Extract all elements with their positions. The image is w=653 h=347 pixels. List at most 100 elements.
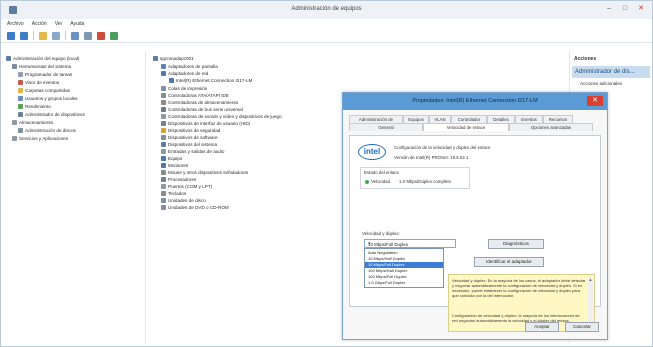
tree-item-event-viewer[interactable]: Visor de eventos <box>18 79 59 86</box>
actions-section[interactable]: Administrador de dis... <box>572 66 650 78</box>
back-arrow-icon[interactable] <box>7 31 15 40</box>
system-device-icon <box>161 142 166 147</box>
ide-controller-icon <box>161 93 166 98</box>
event-log-icon <box>18 80 23 85</box>
device-category[interactable]: Monitores <box>161 162 188 169</box>
device-category[interactable]: Teclados <box>161 190 186 197</box>
device-tree-root[interactable]: sgcomadapc001 <box>153 55 194 62</box>
device-category[interactable]: Colas de impresión <box>161 85 207 92</box>
tree-item-root[interactable]: Administración del equipo (local) <box>6 55 79 62</box>
diagnostics-button[interactable]: Diagnósticos <box>488 239 544 249</box>
title-bar: Administración de equipos – □ ✕ <box>1 1 652 19</box>
device-item-intel-ethernet[interactable]: Intel(R) Ethernet Connection I217-LM <box>169 77 252 84</box>
remove-icon[interactable] <box>97 31 105 40</box>
tab-power-management[interactable]: Administración de energía <box>349 115 403 129</box>
dvd-drive-icon <box>161 205 166 210</box>
tab-details[interactable]: Detalles <box>487 115 515 123</box>
folder-icon[interactable] <box>39 31 47 40</box>
printer-icon <box>161 86 166 91</box>
device-category[interactable]: Equipo <box>161 155 182 162</box>
tabs-row-2: General Velocidad de enlace Opciones ava… <box>349 123 593 131</box>
speed-duplex-select[interactable]: 10 Mbps/Full Duplex ▾ <box>364 239 456 248</box>
tree-item-task-scheduler[interactable]: Programador de tareas <box>18 71 72 78</box>
help-icon[interactable] <box>71 31 79 40</box>
panel-heading: Configuración de la velocidad y dúplex d… <box>394 145 491 150</box>
grid-icon[interactable] <box>52 31 60 40</box>
actions-section-label: Administrador de dis... <box>575 69 635 75</box>
tab-driver[interactable]: Controlador <box>451 115 487 123</box>
link-status-label: Estado del enlace <box>364 170 399 175</box>
device-category[interactable]: Puertos (COM y LPT) <box>161 183 212 190</box>
computer-icon <box>6 56 11 61</box>
device-category[interactable]: Procesadores <box>161 176 196 183</box>
tree-item-local-users[interactable]: Usuarios y grupos locales <box>18 95 78 102</box>
more-actions-link[interactable]: Acciones adicionales <box>580 81 622 86</box>
dialog-close-button[interactable]: ✕ <box>587 96 603 106</box>
device-category[interactable]: Dispositivos de seguridad <box>161 127 220 134</box>
tab-general[interactable]: General <box>349 123 423 131</box>
close-button[interactable]: ✕ <box>636 4 646 14</box>
tree-item-shared-folders[interactable]: Carpetas compartidas <box>18 87 70 94</box>
forward-arrow-icon[interactable] <box>20 31 28 40</box>
ok-button[interactable]: Aceptar <box>525 322 559 332</box>
navigation-tree: Administración del equipo (local) Herram… <box>4 51 146 343</box>
identify-adapter-button[interactable]: Identificar el adaptador <box>474 257 544 267</box>
tree-item-system-tools[interactable]: Herramientas del sistema <box>12 63 71 70</box>
minimize-button[interactable]: – <box>604 4 614 14</box>
device-category[interactable]: Controladoras de sonido y vídeo y dispos… <box>161 113 282 120</box>
scroll-up-icon[interactable]: ▲ <box>588 277 593 282</box>
menu-archivo[interactable]: Archivo <box>7 21 24 27</box>
link-status-group: Estado del enlace Velocidad 1.0 Mbps/Dúp… <box>360 167 470 189</box>
list-icon[interactable] <box>84 31 92 40</box>
actions-header: Acciones <box>574 56 597 62</box>
menu-ayuda[interactable]: Ayuda <box>70 21 84 27</box>
tab-teaming[interactable]: Equipos <box>403 115 429 123</box>
link-speed-panel: intel Configuración de la velocidad y dú… <box>349 135 601 332</box>
storage-icon <box>12 120 17 125</box>
port-icon <box>161 184 166 189</box>
network-adapter-icon <box>161 71 166 76</box>
tab-vlan[interactable]: VLAN <box>429 115 451 123</box>
toolbar-separator <box>33 31 34 40</box>
device-category[interactable]: Unidades de disco <box>161 197 206 204</box>
device-category[interactable]: Mouse y otros dispositivos señaladores <box>161 169 248 176</box>
device-category[interactable]: Dispositivos del sistema <box>161 141 217 148</box>
computer-management-window: Administración de equipos – □ ✕ Archivo … <box>0 0 653 347</box>
device-category[interactable]: Dispositivos de interfaz de usuario (HID… <box>161 120 250 127</box>
monitor-icon <box>161 163 166 168</box>
add-icon[interactable] <box>110 31 118 40</box>
tree-item-device-manager[interactable]: Administrador de dispositivos <box>18 111 85 118</box>
menu-ver[interactable]: Ver <box>55 21 63 27</box>
status-ok-icon <box>365 180 369 184</box>
dropdown-option[interactable]: 1.0 Gbps/Full Duplex <box>365 280 443 286</box>
maximize-button[interactable]: □ <box>620 4 630 14</box>
tree-item-disk-management[interactable]: Administración de discos <box>18 127 76 134</box>
tab-events[interactable]: Eventos <box>515 115 543 123</box>
device-category[interactable]: Controladoras de almacenamiento <box>161 99 238 106</box>
device-category[interactable]: Adaptadores de pantalla <box>161 63 218 70</box>
menu-bar: Archivo Acción Ver Ayuda <box>1 19 652 29</box>
device-category[interactable]: Controladoras ATA/ATAPI IDE <box>161 92 229 99</box>
intel-logo: intel <box>358 144 386 160</box>
device-category[interactable]: Entradas y salidas de audio <box>161 148 224 155</box>
help-text-1: Velocidad y dúplex: En la mayoría de los… <box>452 278 586 298</box>
tab-resources[interactable]: Recursos <box>543 115 573 123</box>
menu-accion[interactable]: Acción <box>32 21 47 27</box>
storage-controller-icon <box>161 100 166 105</box>
audio-io-icon <box>161 149 166 154</box>
tree-item-performance[interactable]: Rendimiento <box>18 103 51 110</box>
cancel-button[interactable]: Cancelar <box>565 322 599 332</box>
device-category[interactable]: Dispositivos de software <box>161 134 218 141</box>
tree-item-storage[interactable]: Almacenamiento <box>12 119 53 126</box>
device-category[interactable]: Adaptadores de red <box>161 70 208 77</box>
shared-folder-icon <box>18 88 23 93</box>
tab-advanced[interactable]: Opciones avanzadas <box>509 123 593 131</box>
tools-icon <box>12 64 17 69</box>
tree-item-services[interactable]: Servicios y Aplicaciones <box>12 135 68 142</box>
properties-dialog: Propiedades: Intel(R) Ethernet Connectio… <box>342 92 608 340</box>
tab-link-speed[interactable]: Velocidad de enlace <box>423 123 509 131</box>
window-title: Administración de equipos <box>291 6 362 12</box>
device-category[interactable]: Unidades de DVD o CD-ROM <box>161 204 229 211</box>
users-icon <box>18 96 23 101</box>
device-category[interactable]: Controladoras de bus serie universal <box>161 106 243 113</box>
